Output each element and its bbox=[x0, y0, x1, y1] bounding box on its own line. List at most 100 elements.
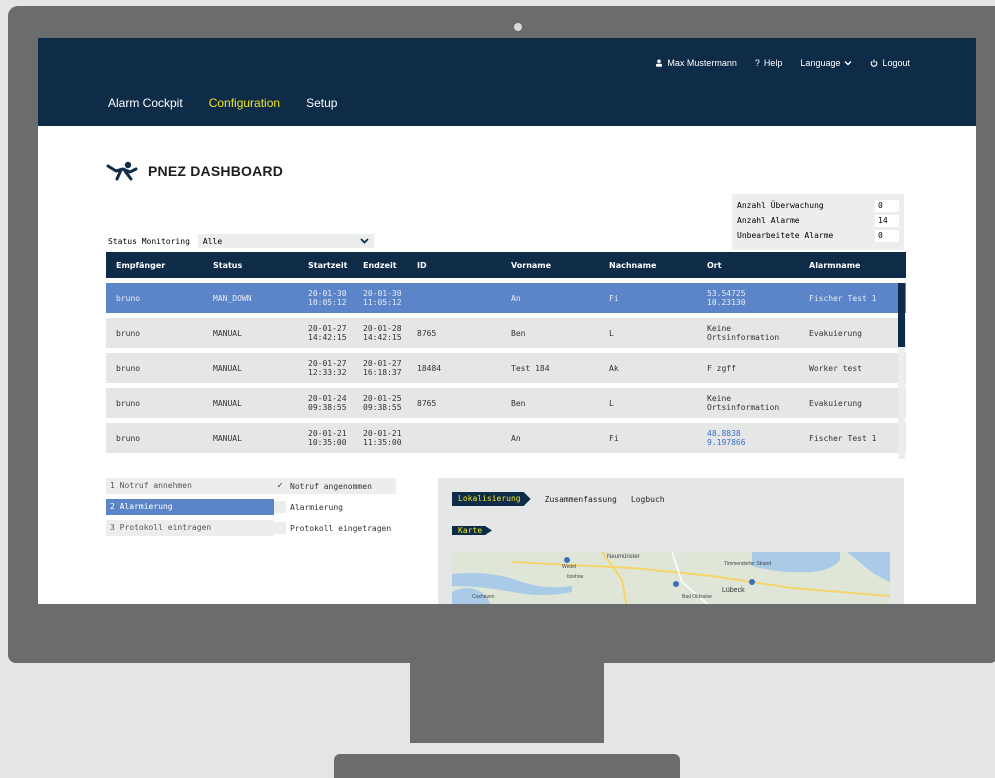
checklist-item[interactable]: Protokoll eingetragen bbox=[274, 520, 396, 536]
cell-ort-text[interactable]: 48.8838 bbox=[707, 429, 799, 438]
app-screen: Max Mustermann ? Help Language Logout Al… bbox=[38, 38, 976, 604]
column-header[interactable]: Nachname bbox=[599, 261, 697, 270]
cell-empfaenger-text: bruno bbox=[116, 363, 141, 373]
status-filter-select[interactable]: Alle bbox=[197, 234, 374, 248]
cell-alarmname: Fischer Test 1 bbox=[799, 434, 906, 443]
tab-logbuch[interactable]: Logbuch bbox=[631, 495, 665, 504]
table-row[interactable]: bruno MANUAL 20-01-24 09:38:55 20-01-25 09:38… bbox=[106, 388, 906, 418]
cell-endzeit: 20-01-21 11:35:00 bbox=[359, 429, 413, 447]
table-row[interactable]: bruno MANUAL 20-01-27 14:42:15 20-01-28 14:42… bbox=[106, 318, 906, 348]
cell-alarmname: Worker test bbox=[799, 364, 906, 373]
alarm-counts-panel: Anzahl Überwachung 0 Anzahl Alarme 14 Un… bbox=[732, 194, 904, 250]
table-row[interactable]: bruno MANUAL 20-01-27 12:33:32 20-01-27 16:18… bbox=[106, 353, 906, 383]
user-name: Max Mustermann bbox=[667, 58, 737, 68]
cell-startzeit-text: 09:38:55 bbox=[308, 403, 347, 412]
cell-ort: Keine Ortsinformation bbox=[697, 394, 799, 412]
cell-nachname: Ak bbox=[599, 364, 697, 373]
nav-tab-setup[interactable]: Setup bbox=[306, 96, 337, 110]
section-tag-karte: Karte bbox=[452, 526, 492, 535]
page-title: PNEZ DASHBOARD bbox=[148, 163, 284, 179]
help-link[interactable]: ? Help bbox=[755, 58, 783, 68]
table-row[interactable]: bruno MAN_DOWN 20-01-30 10:05:12 20-01-30 11:… bbox=[106, 283, 906, 313]
count-label: Unbearbeitete Alarme bbox=[737, 231, 834, 240]
help-label: Help bbox=[763, 58, 783, 68]
alarm-table: Empfänger Status Startzeit Endzeit ID Vo… bbox=[106, 252, 906, 453]
column-header[interactable]: Vorname bbox=[501, 261, 599, 270]
cell-ort-text[interactable]: 9.197866 bbox=[707, 438, 799, 447]
cell-endzeit-text: 11:35:00 bbox=[363, 438, 402, 447]
workflow-step[interactable]: 3 Protokoll eintragen bbox=[106, 520, 274, 536]
cell-alarmname: Evakuierung bbox=[799, 329, 906, 338]
cell-nachname-text: Ak bbox=[609, 363, 619, 373]
nav-tab-alarm-cockpit[interactable]: Alarm Cockpit bbox=[108, 96, 183, 110]
cell-endzeit-text: 20-01-28 bbox=[363, 324, 402, 333]
monitor-stand-neck bbox=[410, 663, 604, 743]
workflow-step[interactable]: 2 Alarmierung bbox=[106, 499, 274, 515]
count-value: 0 bbox=[875, 199, 899, 212]
workflow-checklist: ✓ Notruf angenommen Alarmierung Protokol… bbox=[274, 478, 396, 541]
table-scrollbar[interactable] bbox=[898, 283, 905, 459]
cell-startzeit-text: 14:42:15 bbox=[308, 333, 347, 342]
checkbox[interactable] bbox=[274, 522, 286, 534]
workflow-steps: 1 Notruf annehmen 2 Alarmierung 3 Protok… bbox=[106, 478, 274, 541]
column-header[interactable]: Startzeit bbox=[303, 261, 359, 270]
column-header[interactable]: Endzeit bbox=[359, 261, 413, 270]
table-header-row: Empfänger Status Startzeit Endzeit ID Vo… bbox=[106, 252, 906, 278]
checkbox[interactable] bbox=[274, 501, 286, 513]
cell-endzeit-text: 20-01-30 bbox=[363, 289, 402, 298]
cell-vorname-text: An bbox=[511, 293, 521, 303]
cell-nachname-text: L bbox=[609, 398, 614, 408]
status-filter-value: Alle bbox=[202, 236, 223, 246]
cell-ort-text[interactable]: 53.54725 bbox=[707, 289, 799, 298]
cell-ort-text: Keine bbox=[707, 324, 732, 333]
cell-status-text: MANUAL bbox=[213, 398, 242, 408]
cell-status-text: MANUAL bbox=[213, 328, 242, 338]
cell-alarmname: Fischer Test 1 bbox=[799, 294, 906, 303]
cell-empfaenger: bruno bbox=[106, 364, 203, 373]
nav-tab-configuration[interactable]: Configuration bbox=[209, 96, 280, 110]
logout-button[interactable]: Logout bbox=[870, 58, 910, 68]
cell-empfaenger-text: bruno bbox=[116, 433, 141, 443]
tab-lokalisierung[interactable]: Lokalisierung bbox=[452, 492, 531, 506]
cell-ort-text[interactable]: 10.23130 bbox=[707, 298, 799, 307]
cell-ort: 48.8838 9.197866 bbox=[697, 429, 799, 447]
tab-zusammenfassung[interactable]: Zusammenfassung bbox=[545, 495, 617, 504]
language-dropdown[interactable]: Language bbox=[800, 58, 852, 68]
user-icon bbox=[656, 59, 663, 67]
cell-alarmname-text: Worker test bbox=[809, 363, 862, 373]
cell-status-text: MANUAL bbox=[213, 363, 242, 373]
column-header[interactable]: Empfänger bbox=[106, 261, 203, 270]
user-menu-item[interactable]: Max Mustermann bbox=[655, 58, 737, 68]
cell-alarmname: Evakuierung bbox=[799, 399, 906, 408]
checklist-item[interactable]: Alarmierung bbox=[274, 499, 396, 515]
cell-startzeit: 20-01-27 14:42:15 bbox=[303, 324, 359, 342]
cell-ort: 53.54725 10.23130 bbox=[697, 289, 799, 307]
checkmark-icon: ✓ bbox=[274, 480, 286, 492]
chevron-down-icon bbox=[360, 238, 369, 244]
cell-alarmname-text: Fischer Test 1 bbox=[809, 433, 877, 443]
column-header[interactable]: Ort bbox=[697, 261, 799, 270]
column-header[interactable]: Status bbox=[203, 261, 303, 270]
location-map[interactable]: Neumünster Wedel Itzehoe Cuxhaven Lübeck… bbox=[452, 552, 890, 604]
workflow-step[interactable]: 1 Notruf annehmen bbox=[106, 478, 274, 494]
logout-label: Logout bbox=[882, 58, 910, 68]
cell-ort-text: F zgff bbox=[707, 363, 736, 373]
cell-ort-text: Ortsinformation bbox=[707, 333, 780, 342]
table-row[interactable]: bruno MANUAL 20-01-21 10:35:00 20-01-21 11:35… bbox=[106, 423, 906, 453]
page-header: PNEZ DASHBOARD bbox=[106, 160, 283, 182]
map-label: Wedel bbox=[562, 564, 576, 570]
count-value: 0 bbox=[875, 229, 899, 242]
column-header[interactable]: Alarmname bbox=[799, 261, 906, 270]
cell-startzeit: 20-01-30 10:05:12 bbox=[303, 289, 359, 307]
count-row: Unbearbeitete Alarme 0 bbox=[737, 228, 899, 243]
column-header[interactable]: ID bbox=[413, 261, 501, 270]
cell-empfaenger: bruno bbox=[106, 434, 203, 443]
cell-status-text: MANUAL bbox=[213, 433, 242, 443]
cell-vorname-text: An bbox=[511, 433, 521, 443]
cell-alarmname-text: Evakuierung bbox=[809, 398, 862, 408]
checklist-item[interactable]: ✓ Notruf angenommen bbox=[274, 478, 396, 494]
cell-id: 8765 bbox=[413, 399, 501, 408]
scrollbar-thumb[interactable] bbox=[898, 283, 905, 347]
detail-tabs: Lokalisierung Zusammenfassung Logbuch bbox=[452, 492, 665, 506]
status-filter-label: Status Monitoring bbox=[108, 236, 190, 246]
